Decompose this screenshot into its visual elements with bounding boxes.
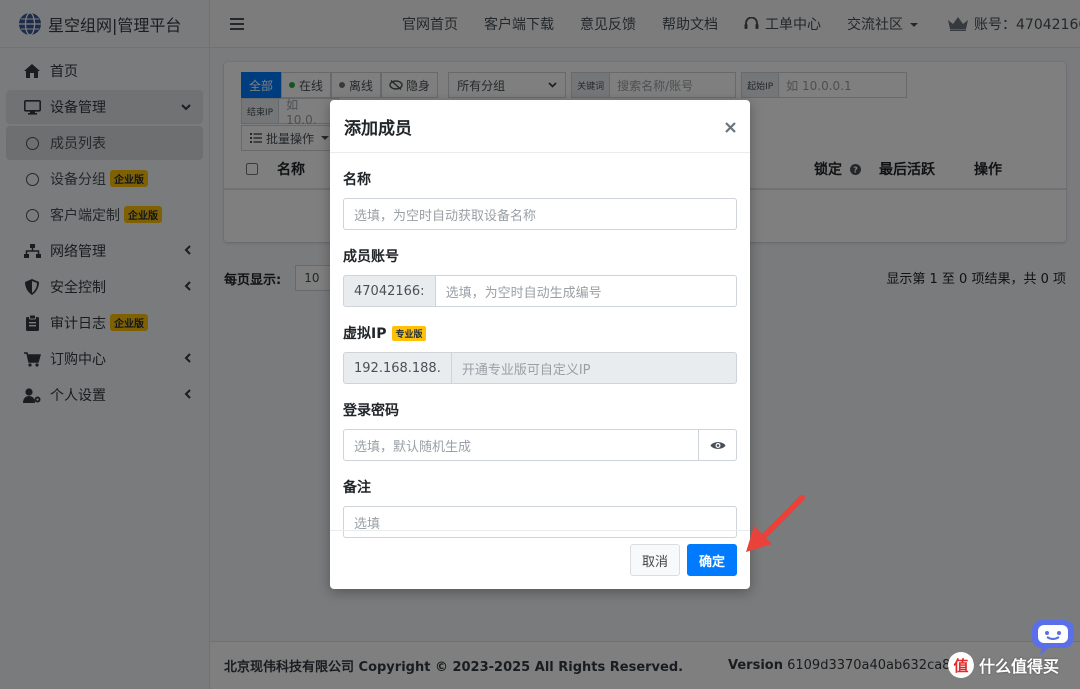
account-label: 成员账号	[343, 249, 399, 265]
modal-title: 添加成员	[344, 118, 412, 139]
modal-header: 添加成员	[330, 100, 750, 153]
toggle-password-button[interactable]	[699, 429, 737, 461]
password-label: 登录密码	[343, 403, 399, 419]
add-member-modal: 添加成员 名称 选填，为空时自动获取设备名称 成员账号 47042166: 选填…	[330, 100, 750, 589]
chat-bubble-icon[interactable]	[1030, 618, 1076, 656]
annotation-arrow-icon	[746, 495, 805, 552]
virtual-ip-prefix: 192.168.188.	[343, 352, 452, 384]
watermark-logo-icon: 值	[948, 652, 974, 678]
pro-badge: 专业版	[392, 325, 426, 341]
remark-label: 备注	[343, 480, 371, 496]
watermark: 值 什么值得买	[948, 652, 1059, 678]
watermark-text: 什么值得买	[979, 657, 1060, 676]
modal-footer: 取消 确定	[330, 530, 750, 589]
virtual-ip-label-text: 虚拟IP	[343, 326, 387, 342]
account-input-group: 47042166: 选填，为空时自动生成编号	[343, 275, 737, 307]
password-input[interactable]: 选填，默认随机生成	[343, 429, 699, 461]
cancel-button[interactable]: 取消	[629, 544, 680, 576]
virtual-ip-input-group: 192.168.188. 开通专业版可自定义IP	[343, 352, 737, 384]
password-input-group: 选填，默认随机生成	[343, 429, 737, 461]
virtual-ip-label: 虚拟IP 专业版	[343, 323, 737, 343]
modal-body: 名称 选填，为空时自动获取设备名称 成员账号 47042166: 选填，为空时自…	[330, 169, 750, 538]
name-label: 名称	[343, 172, 371, 188]
close-icon[interactable]	[725, 116, 736, 136]
eye-icon	[710, 441, 725, 449]
account-prefix: 47042166:	[343, 275, 436, 307]
name-input[interactable]: 选填，为空时自动获取设备名称	[343, 198, 737, 230]
confirm-button[interactable]: 确定	[686, 544, 737, 576]
virtual-ip-input: 开通专业版可自定义IP	[451, 352, 737, 384]
account-input[interactable]: 选填，为空时自动生成编号	[435, 275, 737, 307]
